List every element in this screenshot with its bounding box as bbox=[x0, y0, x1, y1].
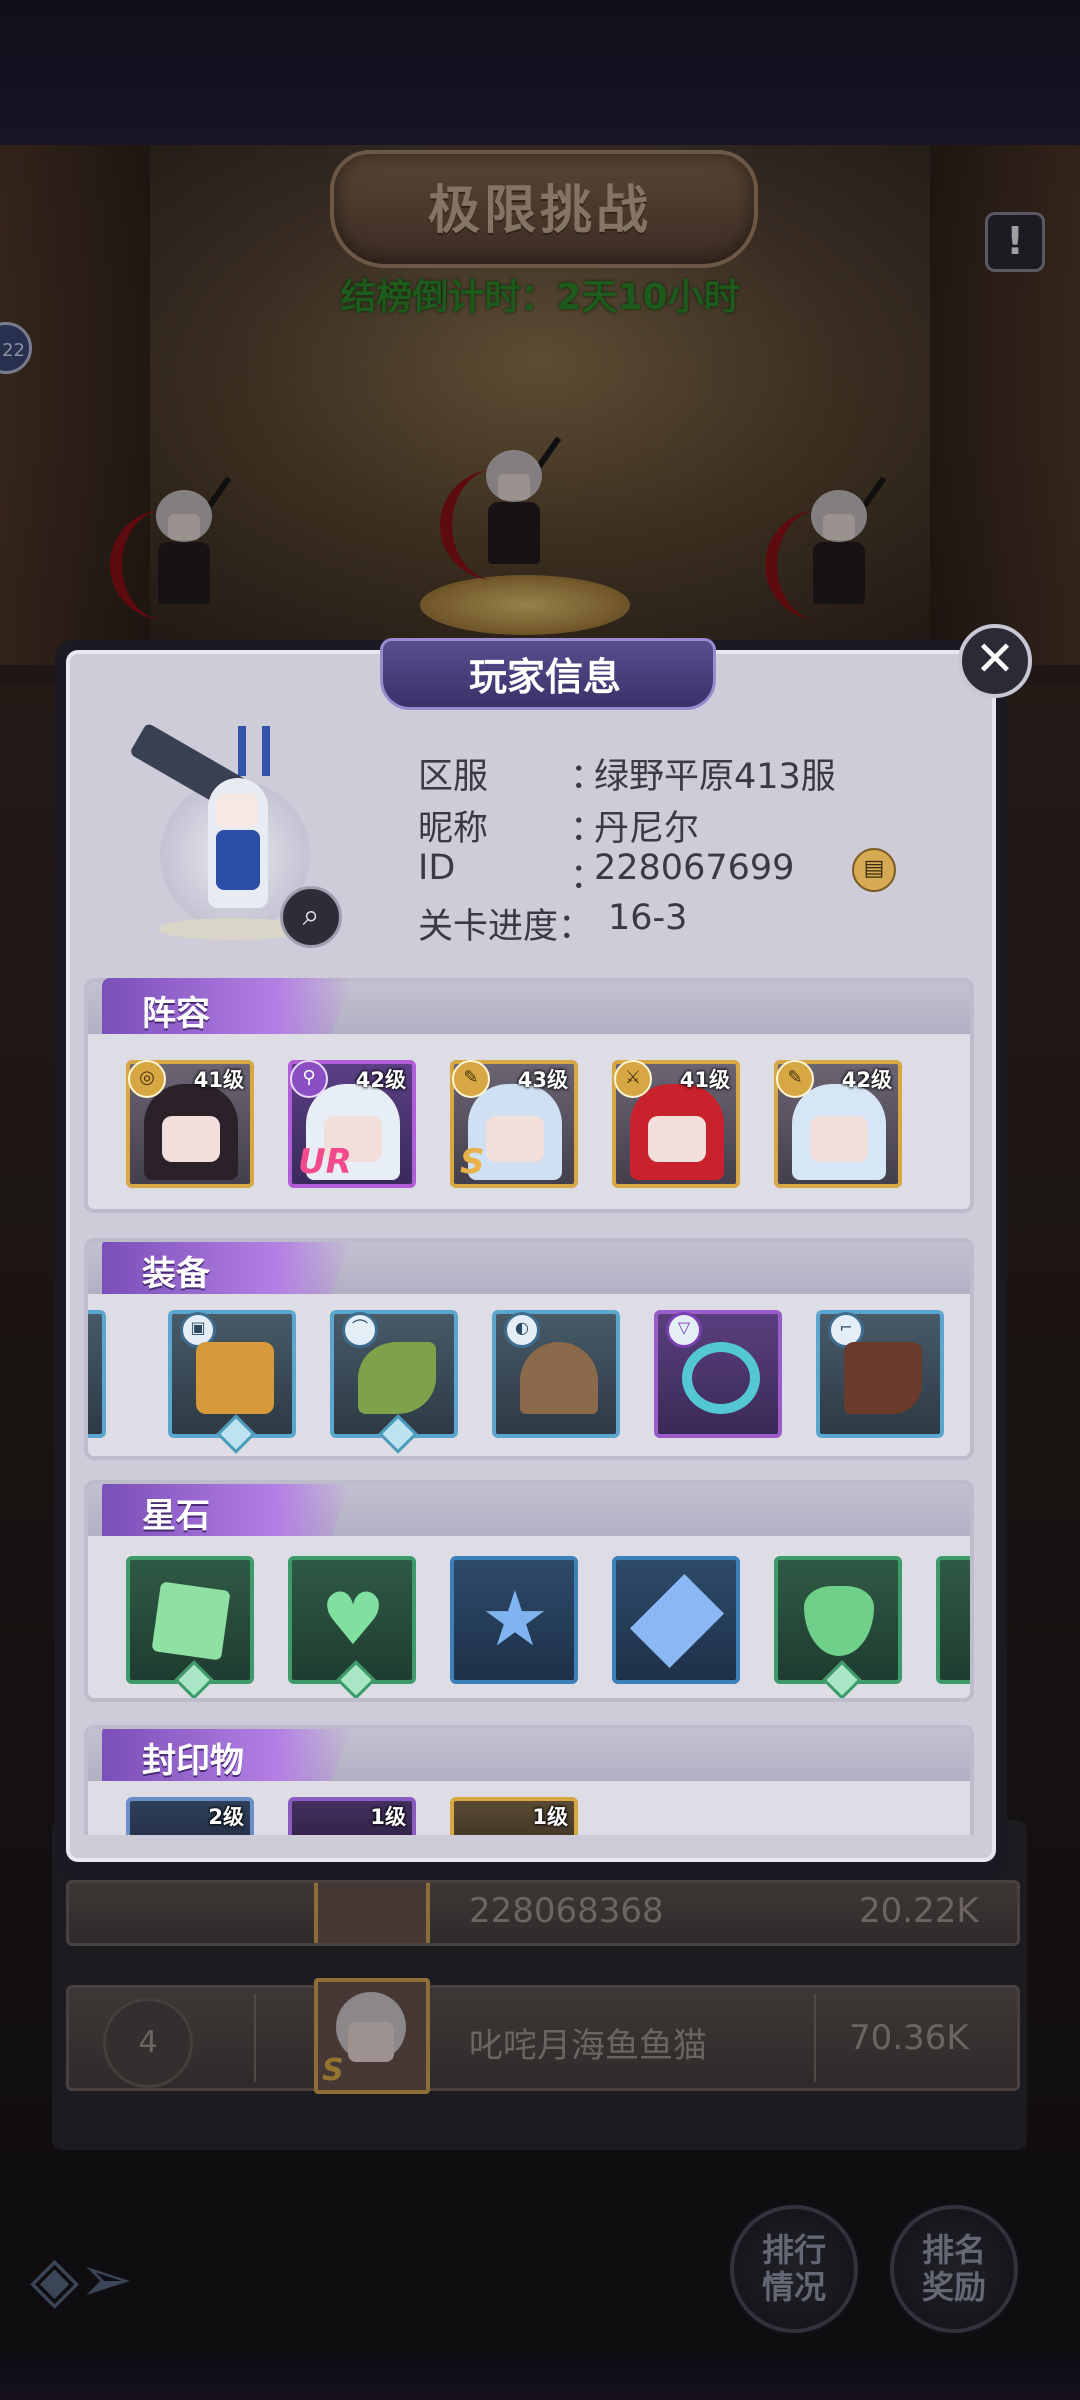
seal-level: 1级 bbox=[532, 1805, 568, 1829]
equipment-section: 装备 ▣ ⌒ ◐ ▽ ⌐ bbox=[84, 1238, 974, 1460]
copy-id-button[interactable]: ▤ bbox=[852, 848, 896, 892]
category-icon: ▽ bbox=[666, 1312, 702, 1348]
hero-level: 42级 bbox=[355, 1068, 406, 1092]
star-stone-slot-1[interactable] bbox=[126, 1556, 254, 1698]
magnifier-icon: ⌕ bbox=[302, 898, 320, 933]
seal-slot-1[interactable]: 2级 bbox=[126, 1797, 254, 1835]
star-stone-title: 星石 bbox=[142, 1496, 210, 1536]
star-stone-slot-2[interactable]: ♥ bbox=[288, 1556, 416, 1698]
progress-label: 关卡进度： bbox=[418, 907, 594, 947]
star-stone-slot-partial[interactable] bbox=[936, 1556, 970, 1684]
equipment-slot-2[interactable]: ⌒ bbox=[330, 1310, 458, 1454]
ring-icon bbox=[682, 1342, 760, 1414]
equipment-slot-3[interactable]: ◐ bbox=[492, 1310, 620, 1438]
seal-level: 2级 bbox=[208, 1805, 244, 1829]
copy-icon: ▤ bbox=[863, 856, 885, 881]
close-button[interactable]: ✕ bbox=[958, 624, 1032, 698]
lineup-title: 阵容 bbox=[142, 994, 210, 1034]
wrench-icon: ✎ bbox=[452, 1060, 490, 1098]
seal-section: 封印物 2级 1级 1级 bbox=[84, 1725, 974, 1835]
grade-badge: S bbox=[460, 1142, 485, 1182]
hero-level: 41级 bbox=[193, 1068, 244, 1092]
star-stone-slot-5[interactable] bbox=[774, 1556, 902, 1698]
equipment-slot-5[interactable]: ⌐ bbox=[816, 1310, 944, 1438]
swirl-icon: ◎ bbox=[128, 1060, 166, 1098]
nickname-label: 昵称 bbox=[418, 809, 489, 849]
hero-level: 42级 bbox=[841, 1068, 892, 1092]
lineup-hero-2[interactable]: ⚲ 42级 UR bbox=[288, 1060, 416, 1188]
id-label: ID bbox=[418, 848, 456, 888]
grade-badge: UR bbox=[298, 1142, 352, 1182]
hat-icon bbox=[358, 1342, 436, 1414]
book-icon bbox=[196, 1342, 274, 1414]
seal-slot-3[interactable]: 1级 bbox=[450, 1797, 578, 1835]
id-value: 228067699 bbox=[594, 848, 795, 888]
nickname-value: 丹尼尔 bbox=[594, 809, 700, 849]
progress-value: 16-3 bbox=[608, 898, 688, 938]
category-icon: ◐ bbox=[504, 1312, 540, 1348]
wrench-icon: ✎ bbox=[776, 1060, 814, 1098]
staff-icon: ⚲ bbox=[290, 1060, 328, 1098]
square-gem-icon bbox=[151, 1581, 231, 1661]
seal-slot-2[interactable]: 1级 bbox=[288, 1797, 416, 1835]
lineup-section: 阵容 ◎ 41级 ⚲ 42级 UR ✎ 43级 S ⚔ 41级 ✎ 42级 bbox=[84, 978, 974, 1213]
star-gem-icon: ★ bbox=[480, 1574, 550, 1663]
cloak-icon bbox=[520, 1342, 598, 1414]
lineup-hero-5[interactable]: ✎ 42级 bbox=[774, 1060, 902, 1188]
seal-level: 1级 bbox=[370, 1805, 406, 1829]
star-stone-section: 星石 ♥ ★ bbox=[84, 1480, 974, 1702]
equipment-title: 装备 bbox=[142, 1254, 210, 1294]
magnifier-button[interactable]: ⌕ bbox=[280, 886, 342, 948]
close-icon: ✕ bbox=[974, 631, 1016, 687]
heart-gem-icon: ♥ bbox=[320, 1577, 386, 1661]
boots-icon bbox=[844, 1342, 922, 1414]
equipment-slot-partial[interactable] bbox=[88, 1310, 106, 1438]
sword-icon: ⚔ bbox=[614, 1060, 652, 1098]
lineup-hero-4[interactable]: ⚔ 41级 bbox=[612, 1060, 740, 1188]
crystal-gem-icon bbox=[629, 1573, 725, 1669]
category-icon: ⌒ bbox=[342, 1312, 378, 1348]
star-stone-slot-4[interactable] bbox=[612, 1556, 740, 1684]
shield-gem-icon bbox=[804, 1586, 874, 1656]
seal-title: 封印物 bbox=[142, 1741, 244, 1781]
hero-level: 41级 bbox=[679, 1068, 730, 1092]
dialog-title: 玩家信息 bbox=[468, 655, 621, 699]
server-value: 绿野平原413服 bbox=[594, 757, 836, 797]
equipment-slot-1[interactable]: ▣ bbox=[168, 1310, 296, 1454]
lineup-hero-3[interactable]: ✎ 43级 S bbox=[450, 1060, 578, 1188]
equipment-slot-4[interactable]: ▽ bbox=[654, 1310, 782, 1438]
lineup-hero-1[interactable]: ◎ 41级 bbox=[126, 1060, 254, 1188]
server-label: 区服 bbox=[418, 757, 489, 797]
hero-level: 43级 bbox=[517, 1068, 568, 1092]
star-stone-slot-3[interactable]: ★ bbox=[450, 1556, 578, 1684]
